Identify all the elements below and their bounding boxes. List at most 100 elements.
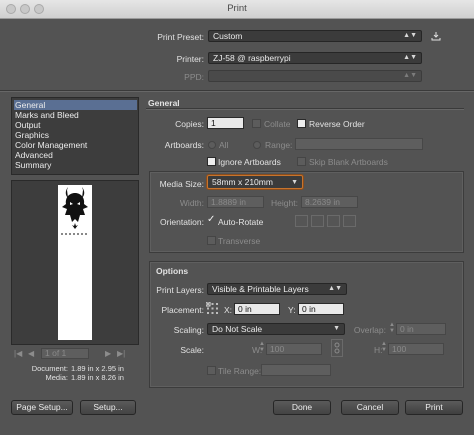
scale-label: Scale: — [180, 345, 204, 355]
reverse-order-checkbox[interactable] — [297, 119, 306, 128]
media-size-value: 1.89 in x 8.26 in — [71, 373, 124, 382]
chevron-down-icon: ▼ — [333, 325, 340, 332]
placement-x-label: X: — [224, 305, 233, 315]
transverse-label: Transverse — [218, 236, 261, 246]
height-input: 8.2639 in — [301, 196, 358, 208]
media-size-label: Media: — [45, 373, 68, 382]
scale-h-input: 100 — [388, 343, 444, 355]
media-size-dropdown[interactable]: 58mm x 210mm ▼ — [207, 175, 303, 189]
separator — [0, 90, 474, 92]
placement-y-label: Y: — [288, 305, 296, 315]
collate-label: Collate — [264, 119, 291, 129]
print-layers-dropdown[interactable]: Visible & Printable Layers ▲▼ — [207, 283, 347, 295]
placement-grid-icon[interactable] — [205, 301, 219, 315]
general-heading: General — [148, 98, 180, 108]
page-setup-button[interactable]: Page Setup... — [11, 400, 73, 415]
scaling-value: Do Not Scale — [212, 324, 263, 334]
overlap-input: 0 in — [396, 323, 446, 335]
category-item-general[interactable]: General — [14, 100, 137, 110]
done-button[interactable]: Done — [273, 400, 331, 415]
ignore-artboards-checkbox[interactable] — [207, 157, 216, 166]
tile-range-label: Tile Range: — [218, 366, 262, 376]
placement-y-input[interactable]: 0 in — [298, 303, 344, 315]
overlap-label: Overlap: — [353, 325, 386, 335]
portrait-flipped-orientation-icon — [327, 215, 340, 227]
portrait-orientation-icon — [295, 215, 308, 227]
scaling-dropdown[interactable]: Do Not Scale ▼ — [207, 323, 345, 335]
document-size-label: Document: — [31, 364, 68, 373]
category-item-color-management[interactable]: Color Management — [14, 140, 137, 150]
next-page-icon: ▶ — [105, 349, 112, 358]
scale-w-stepper-icon: ▲ ▼ — [259, 341, 265, 353]
title-bar: Print — [0, 0, 474, 19]
width-input: 1.8889 in — [207, 196, 264, 208]
ppd-dropdown: ▲▼ — [208, 70, 422, 82]
separator — [146, 108, 464, 110]
chevron-updown-icon: ▲▼ — [328, 285, 342, 292]
artboards-range-label: Range: — [265, 140, 293, 150]
chevron-updown-icon: ▲▼ — [403, 54, 417, 61]
ignore-artboards-label: Ignore Artboards — [218, 157, 281, 167]
auto-rotate-label: Auto-Rotate — [218, 217, 264, 227]
placement-x-input[interactable]: 0 in — [234, 303, 280, 315]
artboards-label: Artboards: — [164, 140, 204, 150]
scale-w-input: 100 — [266, 343, 322, 355]
collate-checkbox — [252, 119, 261, 128]
print-preset-dropdown[interactable]: Custom ▲▼ — [208, 30, 422, 42]
save-preset-icon[interactable] — [431, 31, 441, 41]
first-page-icon: |◀ — [14, 349, 23, 358]
orientation-label: Orientation: — [160, 217, 204, 227]
skip-blank-artboards-label: Skip Blank Artboards — [309, 157, 388, 167]
print-preset-value: Custom — [213, 31, 243, 41]
print-preset-label: Print Preset: — [157, 32, 204, 42]
media-size-dropdown-label: Media Size: — [159, 179, 204, 189]
last-page-icon: ▶| — [117, 349, 126, 358]
placement-label: Placement: — [161, 305, 204, 315]
tile-range-checkbox — [207, 366, 216, 375]
print-layers-value: Visible & Printable Layers — [212, 284, 309, 294]
artboards-all-radio — [208, 141, 216, 149]
scale-h-stepper-icon: ▲ ▼ — [381, 341, 387, 353]
page-number-field: 1 of 1 — [41, 348, 89, 359]
category-item-output[interactable]: Output — [14, 120, 137, 130]
category-item-summary[interactable]: Summary — [14, 160, 137, 170]
window-title: Print — [227, 3, 247, 14]
category-item-graphics[interactable]: Graphics — [14, 130, 137, 140]
ppd-label: PPD: — [184, 72, 204, 82]
transverse-checkbox — [207, 236, 216, 245]
artboards-all-label: All — [219, 140, 229, 150]
artboards-range-radio — [253, 141, 261, 149]
chevron-down-icon: ▼ — [291, 179, 298, 186]
category-list: General Marks and Bleed Output Graphics … — [11, 97, 139, 175]
landscape-orientation-icon — [311, 215, 324, 227]
dragon-artwork — [59, 185, 91, 235]
copies-input[interactable]: 1 — [207, 117, 244, 129]
category-item-advanced[interactable]: Advanced — [14, 150, 137, 160]
cancel-button[interactable]: Cancel — [341, 400, 399, 415]
tile-range-input — [261, 364, 331, 376]
print-button[interactable]: Print — [405, 400, 463, 415]
reverse-order-label: Reverse Order — [309, 119, 365, 129]
media-size-value: 58mm x 210mm — [212, 177, 273, 187]
printer-label: Printer: — [176, 54, 204, 64]
scaling-label: Scaling: — [173, 325, 204, 335]
printer-value: ZJ-58 @ raspberrypi — [213, 53, 291, 63]
copies-label: Copies: — [175, 119, 204, 129]
constrain-proportions-link-icon — [331, 339, 343, 357]
height-label: Height: — [271, 198, 298, 208]
skip-blank-artboards-checkbox — [297, 157, 306, 166]
auto-rotate-checkmark-icon[interactable]: ✓ — [207, 214, 215, 225]
previous-page-icon: ◀ — [28, 349, 35, 358]
category-item-marks-and-bleed[interactable]: Marks and Bleed — [14, 110, 137, 120]
width-label: Width: — [179, 198, 204, 208]
options-heading: Options — [156, 266, 189, 276]
landscape-flipped-orientation-icon — [343, 215, 356, 227]
printer-dropdown[interactable]: ZJ-58 @ raspberrypi ▲▼ — [208, 52, 422, 64]
document-size-value: 1.89 in x 2.95 in — [71, 364, 124, 373]
print-layers-label: Print Layers: — [156, 285, 204, 295]
setup-button[interactable]: Setup... — [80, 400, 136, 415]
overlap-stepper-icon: ▲ ▼ — [389, 322, 395, 334]
artboards-range-input — [295, 138, 423, 150]
chevron-updown-icon: ▲▼ — [403, 32, 417, 39]
chevron-updown-icon: ▲▼ — [403, 72, 417, 79]
